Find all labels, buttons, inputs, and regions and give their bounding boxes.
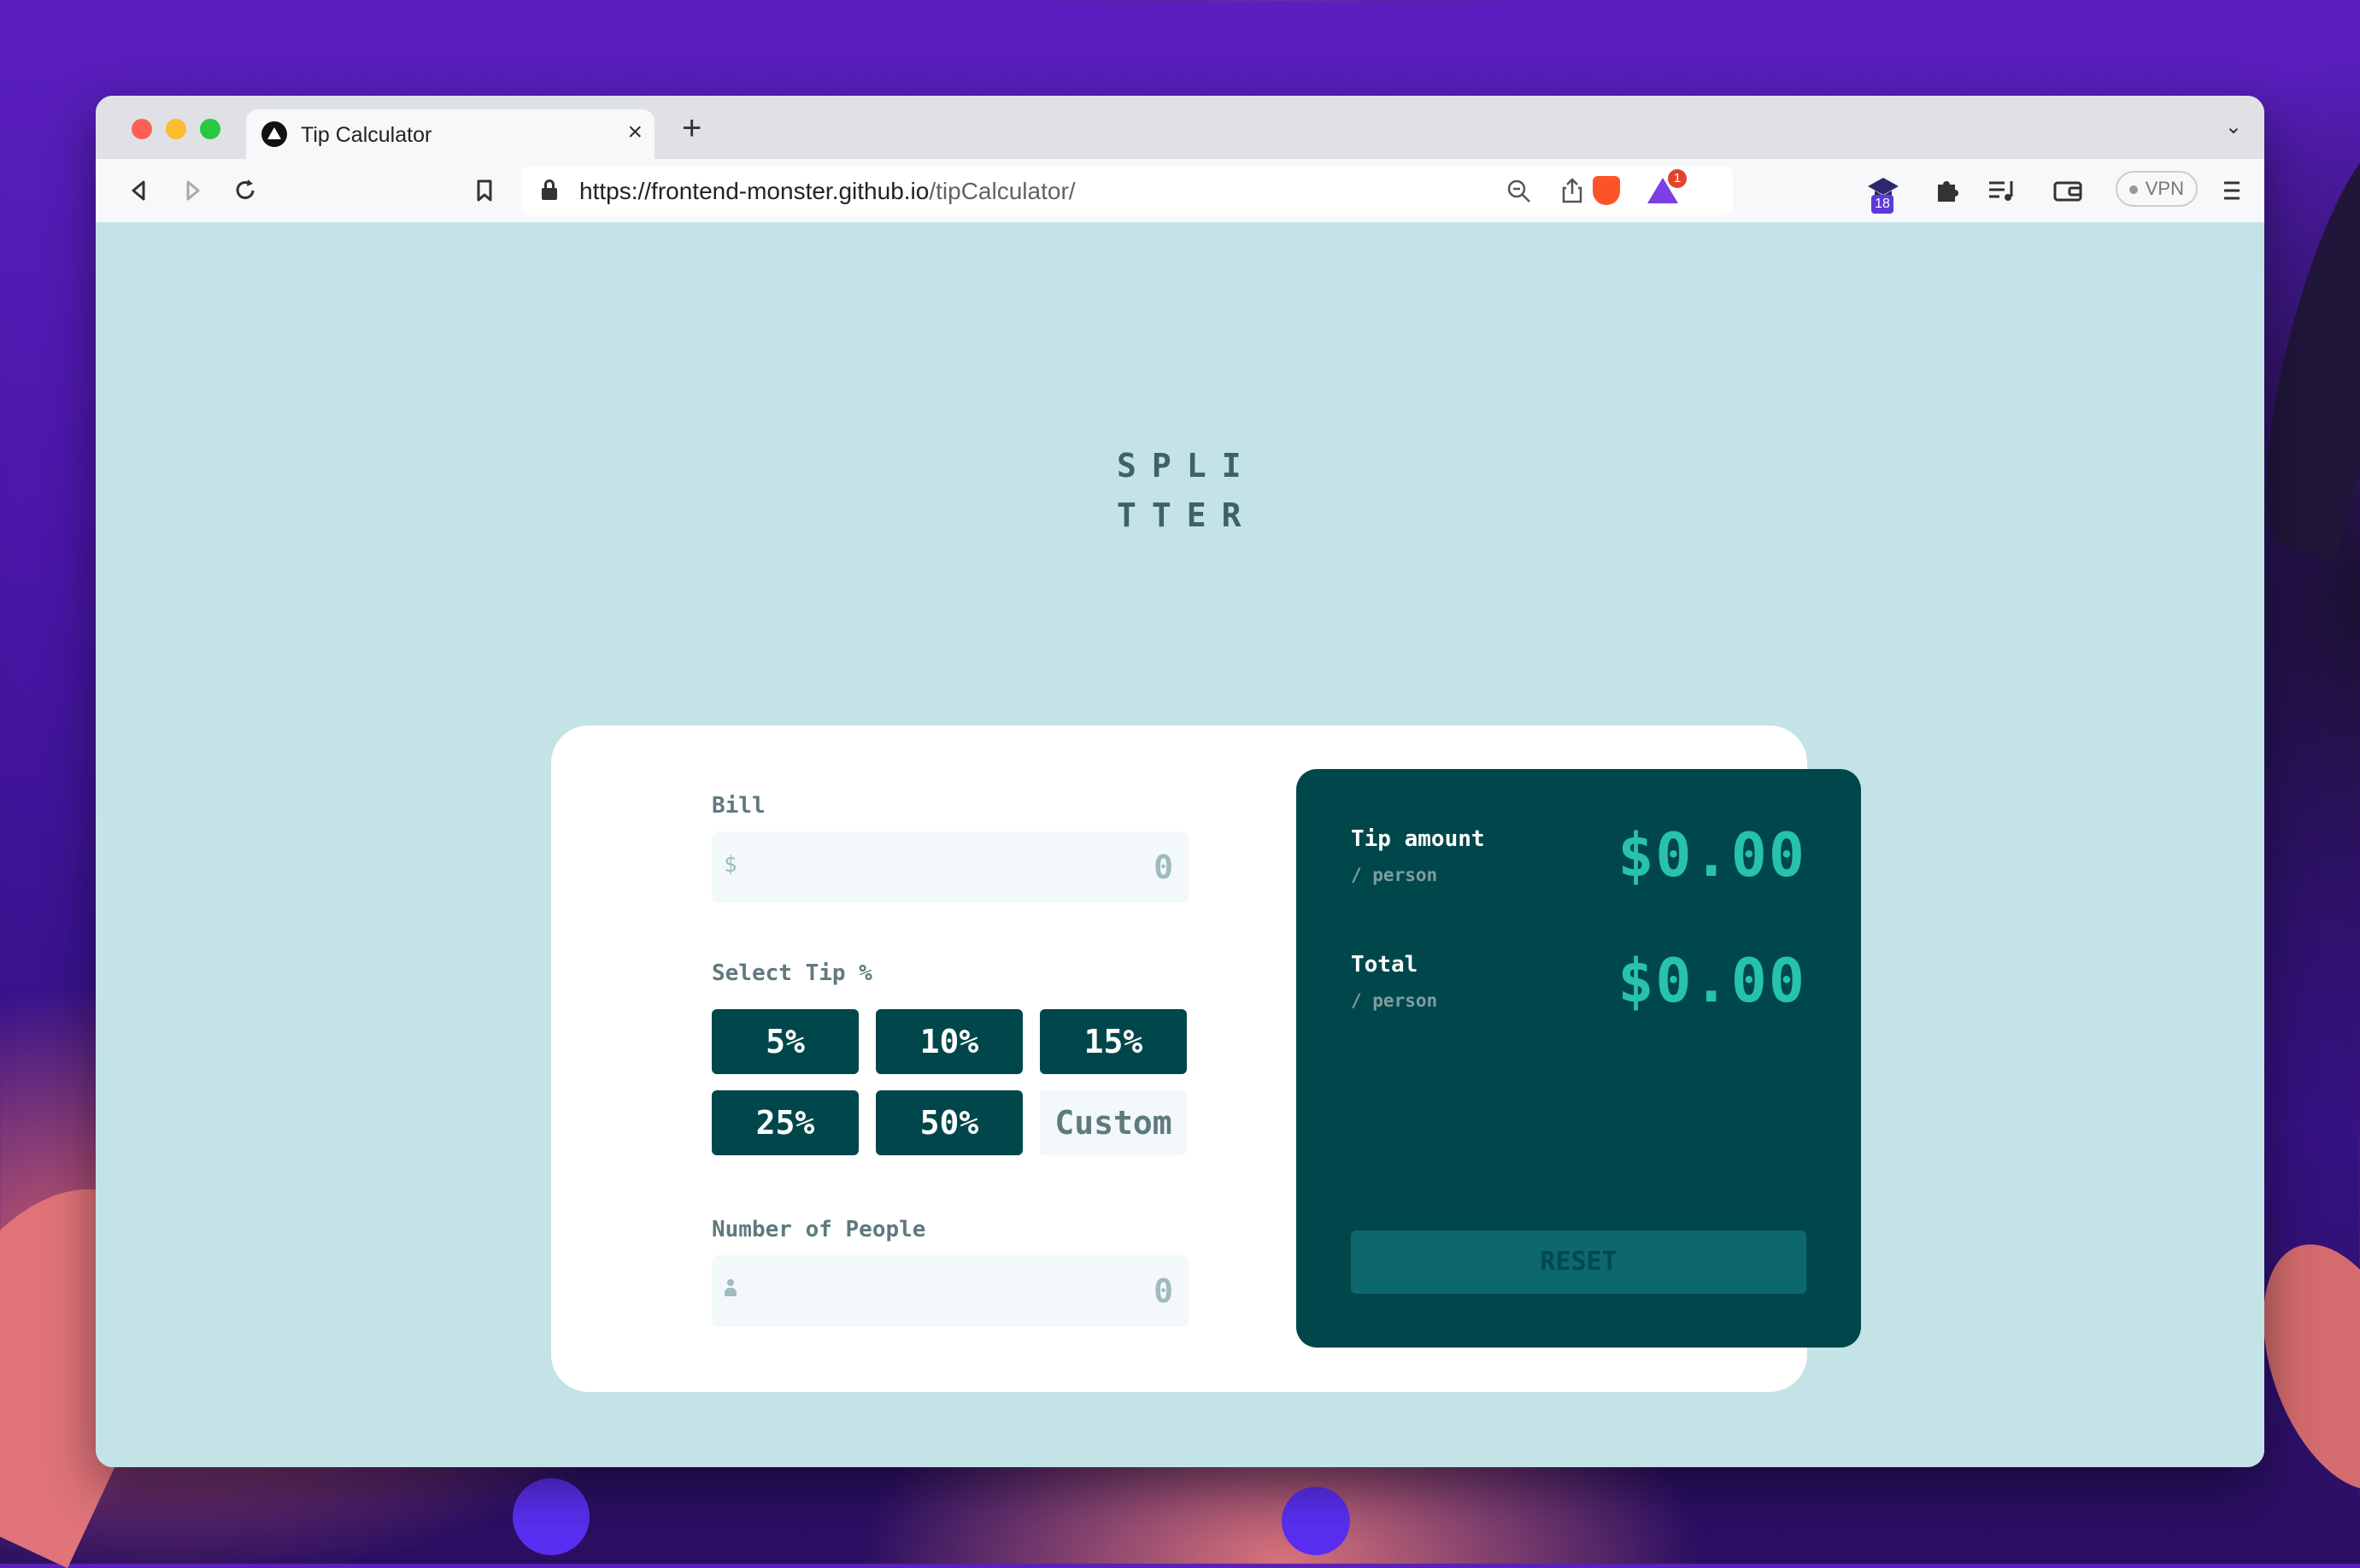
results-panel: Tip amount / person $0.00 Total / person… [1296, 769, 1861, 1348]
bill-value: 0 [1154, 849, 1173, 886]
select-tip-label: Select Tip % [712, 960, 872, 986]
tab-close-icon[interactable]: × [627, 118, 643, 147]
total-label: Total [1351, 952, 1418, 978]
tip-25-button[interactable]: 25% [712, 1090, 859, 1155]
tip-15-button[interactable]: 15% [1040, 1009, 1187, 1074]
reload-icon[interactable] [231, 176, 260, 205]
reset-button[interactable]: RESET [1351, 1230, 1806, 1294]
wallpaper-shape [1282, 1487, 1350, 1555]
wallpaper-shape [513, 1478, 590, 1555]
bill-label: Bill [712, 793, 766, 819]
people-input[interactable]: 0 [712, 1255, 1189, 1327]
address-bar[interactable]: https://frontend-monster.github.io/tipCa… [521, 166, 1733, 215]
bookmark-icon[interactable] [470, 176, 499, 205]
extensions-puzzle-icon[interactable] [1933, 176, 1962, 205]
close-window-button[interactable] [132, 119, 152, 139]
favicon-icon [261, 121, 287, 147]
zoom-icon[interactable] [1506, 178, 1533, 205]
bill-input[interactable]: $ 0 [712, 831, 1189, 903]
playlist-icon[interactable] [1986, 176, 2018, 205]
dollar-icon: $ [724, 852, 737, 878]
rewards-badge: 1 [1668, 169, 1687, 188]
page-content: SPLI TTER Bill $ 0 Select Tip % 5% 10% 1… [96, 222, 2264, 1467]
splitter-logo: SPLI TTER [1117, 447, 1257, 534]
browser-window: Tip Calculator × + ⌄ https://frontend-mo… [96, 96, 2264, 1467]
tip-10-button[interactable]: 10% [876, 1009, 1023, 1074]
tip-per-person-label: / person [1351, 865, 1438, 885]
people-value: 0 [1154, 1272, 1173, 1310]
total-per-person-label: / person [1351, 990, 1438, 1011]
tip-5-button[interactable]: 5% [712, 1009, 859, 1074]
navigation-toolbar: https://frontend-monster.github.io/tipCa… [96, 159, 2264, 223]
tab-title: Tip Calculator [301, 123, 432, 147]
maximize-window-button[interactable] [200, 119, 220, 139]
tip-amount-label: Tip amount [1351, 826, 1485, 852]
share-icon[interactable] [1559, 176, 1586, 205]
lock-icon [542, 179, 557, 200]
forward-icon[interactable] [178, 176, 207, 205]
tip-amount-value: $0.00 [1617, 820, 1806, 890]
tab-tip-calculator[interactable]: Tip Calculator × [246, 109, 655, 159]
person-icon [724, 1279, 737, 1298]
custom-tip-input[interactable]: Custom [1040, 1090, 1187, 1155]
menu-icon[interactable] [2222, 178, 2242, 203]
total-value: $0.00 [1617, 946, 1806, 1016]
back-icon[interactable] [125, 176, 154, 205]
people-label: Number of People [712, 1217, 926, 1242]
brave-shields-icon[interactable] [1593, 176, 1620, 205]
vpn-button[interactable]: VPN [2116, 171, 2198, 207]
new-tab-button[interactable]: + [682, 111, 702, 145]
minimize-window-button[interactable] [166, 119, 186, 139]
url-text: https://frontend-monster.github.io/tipCa… [579, 178, 1076, 204]
wallet-icon[interactable] [2052, 176, 2083, 205]
tab-bar: Tip Calculator × + ⌄ [96, 96, 2264, 159]
tip-50-button[interactable]: 50% [876, 1090, 1023, 1155]
tab-list-chevron-icon[interactable]: ⌄ [2225, 115, 2242, 139]
extension-badge: 18 [1871, 195, 1893, 214]
